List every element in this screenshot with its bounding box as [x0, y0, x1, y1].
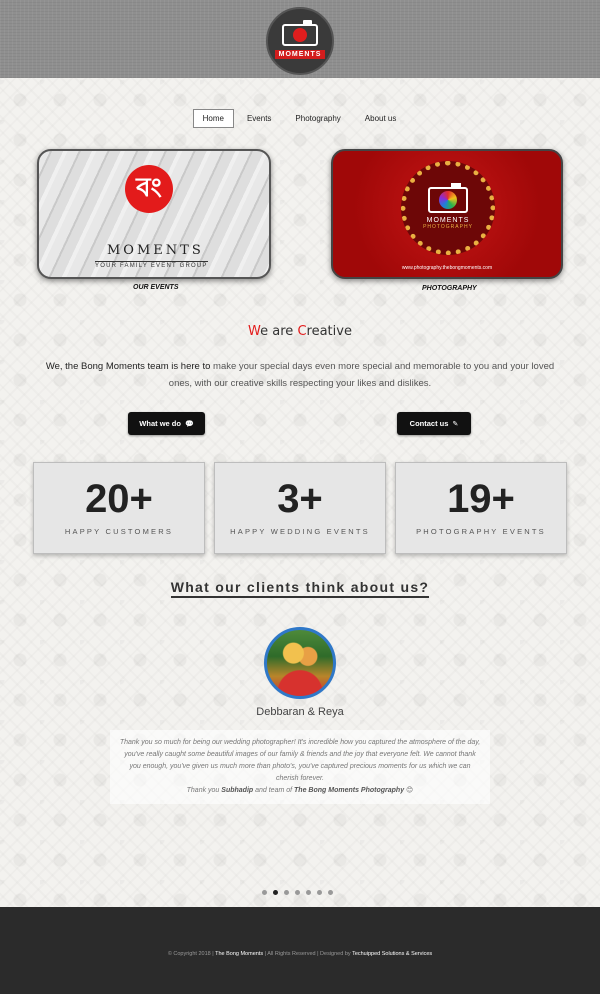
nav-home[interactable]: Home — [192, 109, 234, 128]
stat-customers: 20+ HAPPY CUSTOMERS — [33, 462, 205, 554]
stat-number: 19+ — [447, 477, 515, 521]
camera-icon — [282, 19, 318, 46]
testimonials-heading: What our clients think about us? — [0, 579, 600, 598]
client-name: Debbaran & Reya — [256, 706, 344, 718]
photography-caption: PHOTOGRAPHY — [422, 285, 477, 292]
photography-url: www.photography.thebongmoments.com — [401, 265, 493, 271]
site-footer: © Copyright 2018 | The Bong Moments | Al… — [0, 907, 600, 994]
stat-label: HAPPY CUSTOMERS — [64, 527, 174, 536]
events-caption: OUR EVENTS — [133, 284, 179, 291]
stat-photography: 19+ PHOTOGRAPHY EVENTS — [395, 462, 567, 554]
intro-text: We, the Bong Moments team is here to mak… — [45, 361, 555, 389]
carousel-dot[interactable] — [317, 890, 322, 895]
site-logo[interactable]: MOMENTS — [266, 7, 334, 75]
contact-us-button[interactable]: Contact us ✎ — [397, 412, 471, 435]
stat-weddings: 3+ HAPPY WEDDING EVENTS — [214, 462, 386, 554]
client-avatar — [264, 627, 336, 699]
copyright-text: © Copyright 2018 | The Bong Moments | Al… — [167, 951, 433, 957]
photography-logo: MOMENTS PHOTOGRAPHY — [401, 161, 495, 255]
carousel-dot[interactable] — [273, 890, 278, 895]
carousel-dot[interactable] — [295, 890, 300, 895]
stat-number: 20+ — [85, 477, 153, 521]
events-logo-sub: YOUR FAMILY EVENT GROUP — [95, 261, 208, 269]
events-logo-word: MOMENTS — [107, 243, 204, 258]
carousel-dots — [262, 890, 333, 895]
stat-number: 3+ — [277, 477, 323, 521]
photography-card[interactable]: MOMENTS PHOTOGRAPHY www.photography.theb… — [331, 149, 563, 279]
photography-logo-sub: PHOTOGRAPHY — [423, 223, 473, 230]
carousel-dot[interactable] — [306, 890, 311, 895]
nav-photography[interactable]: Photography — [284, 109, 351, 128]
nav-events[interactable]: Events — [236, 109, 282, 128]
carousel-dot[interactable] — [262, 890, 267, 895]
stat-label: PHOTOGRAPHY EVENTS — [416, 527, 546, 536]
logo-text: MOMENTS — [274, 49, 326, 59]
camera-icon — [428, 182, 468, 213]
nav-about[interactable]: About us — [354, 109, 408, 128]
stat-label: HAPPY WEDDING EVENTS — [230, 527, 370, 536]
creative-heading: We are Creative — [248, 324, 352, 339]
carousel-dot[interactable] — [284, 890, 289, 895]
testimonial-quote: Thank you so much for being our wedding … — [110, 730, 490, 804]
site-header: MOMENTS — [0, 0, 600, 78]
comment-icon: 💬 — [184, 420, 194, 428]
carousel-dot[interactable] — [328, 890, 333, 895]
photography-logo-word: MOMENTS — [426, 216, 470, 224]
main-nav: Home Events Photography About us — [0, 109, 600, 128]
events-card[interactable]: বং MOMENTS YOUR FAMILY EVENT GROUP — [37, 149, 271, 279]
events-logo: বং — [125, 165, 173, 213]
what-we-do-button[interactable]: What we do 💬 — [128, 412, 205, 435]
edit-icon: ✎ — [452, 420, 459, 428]
